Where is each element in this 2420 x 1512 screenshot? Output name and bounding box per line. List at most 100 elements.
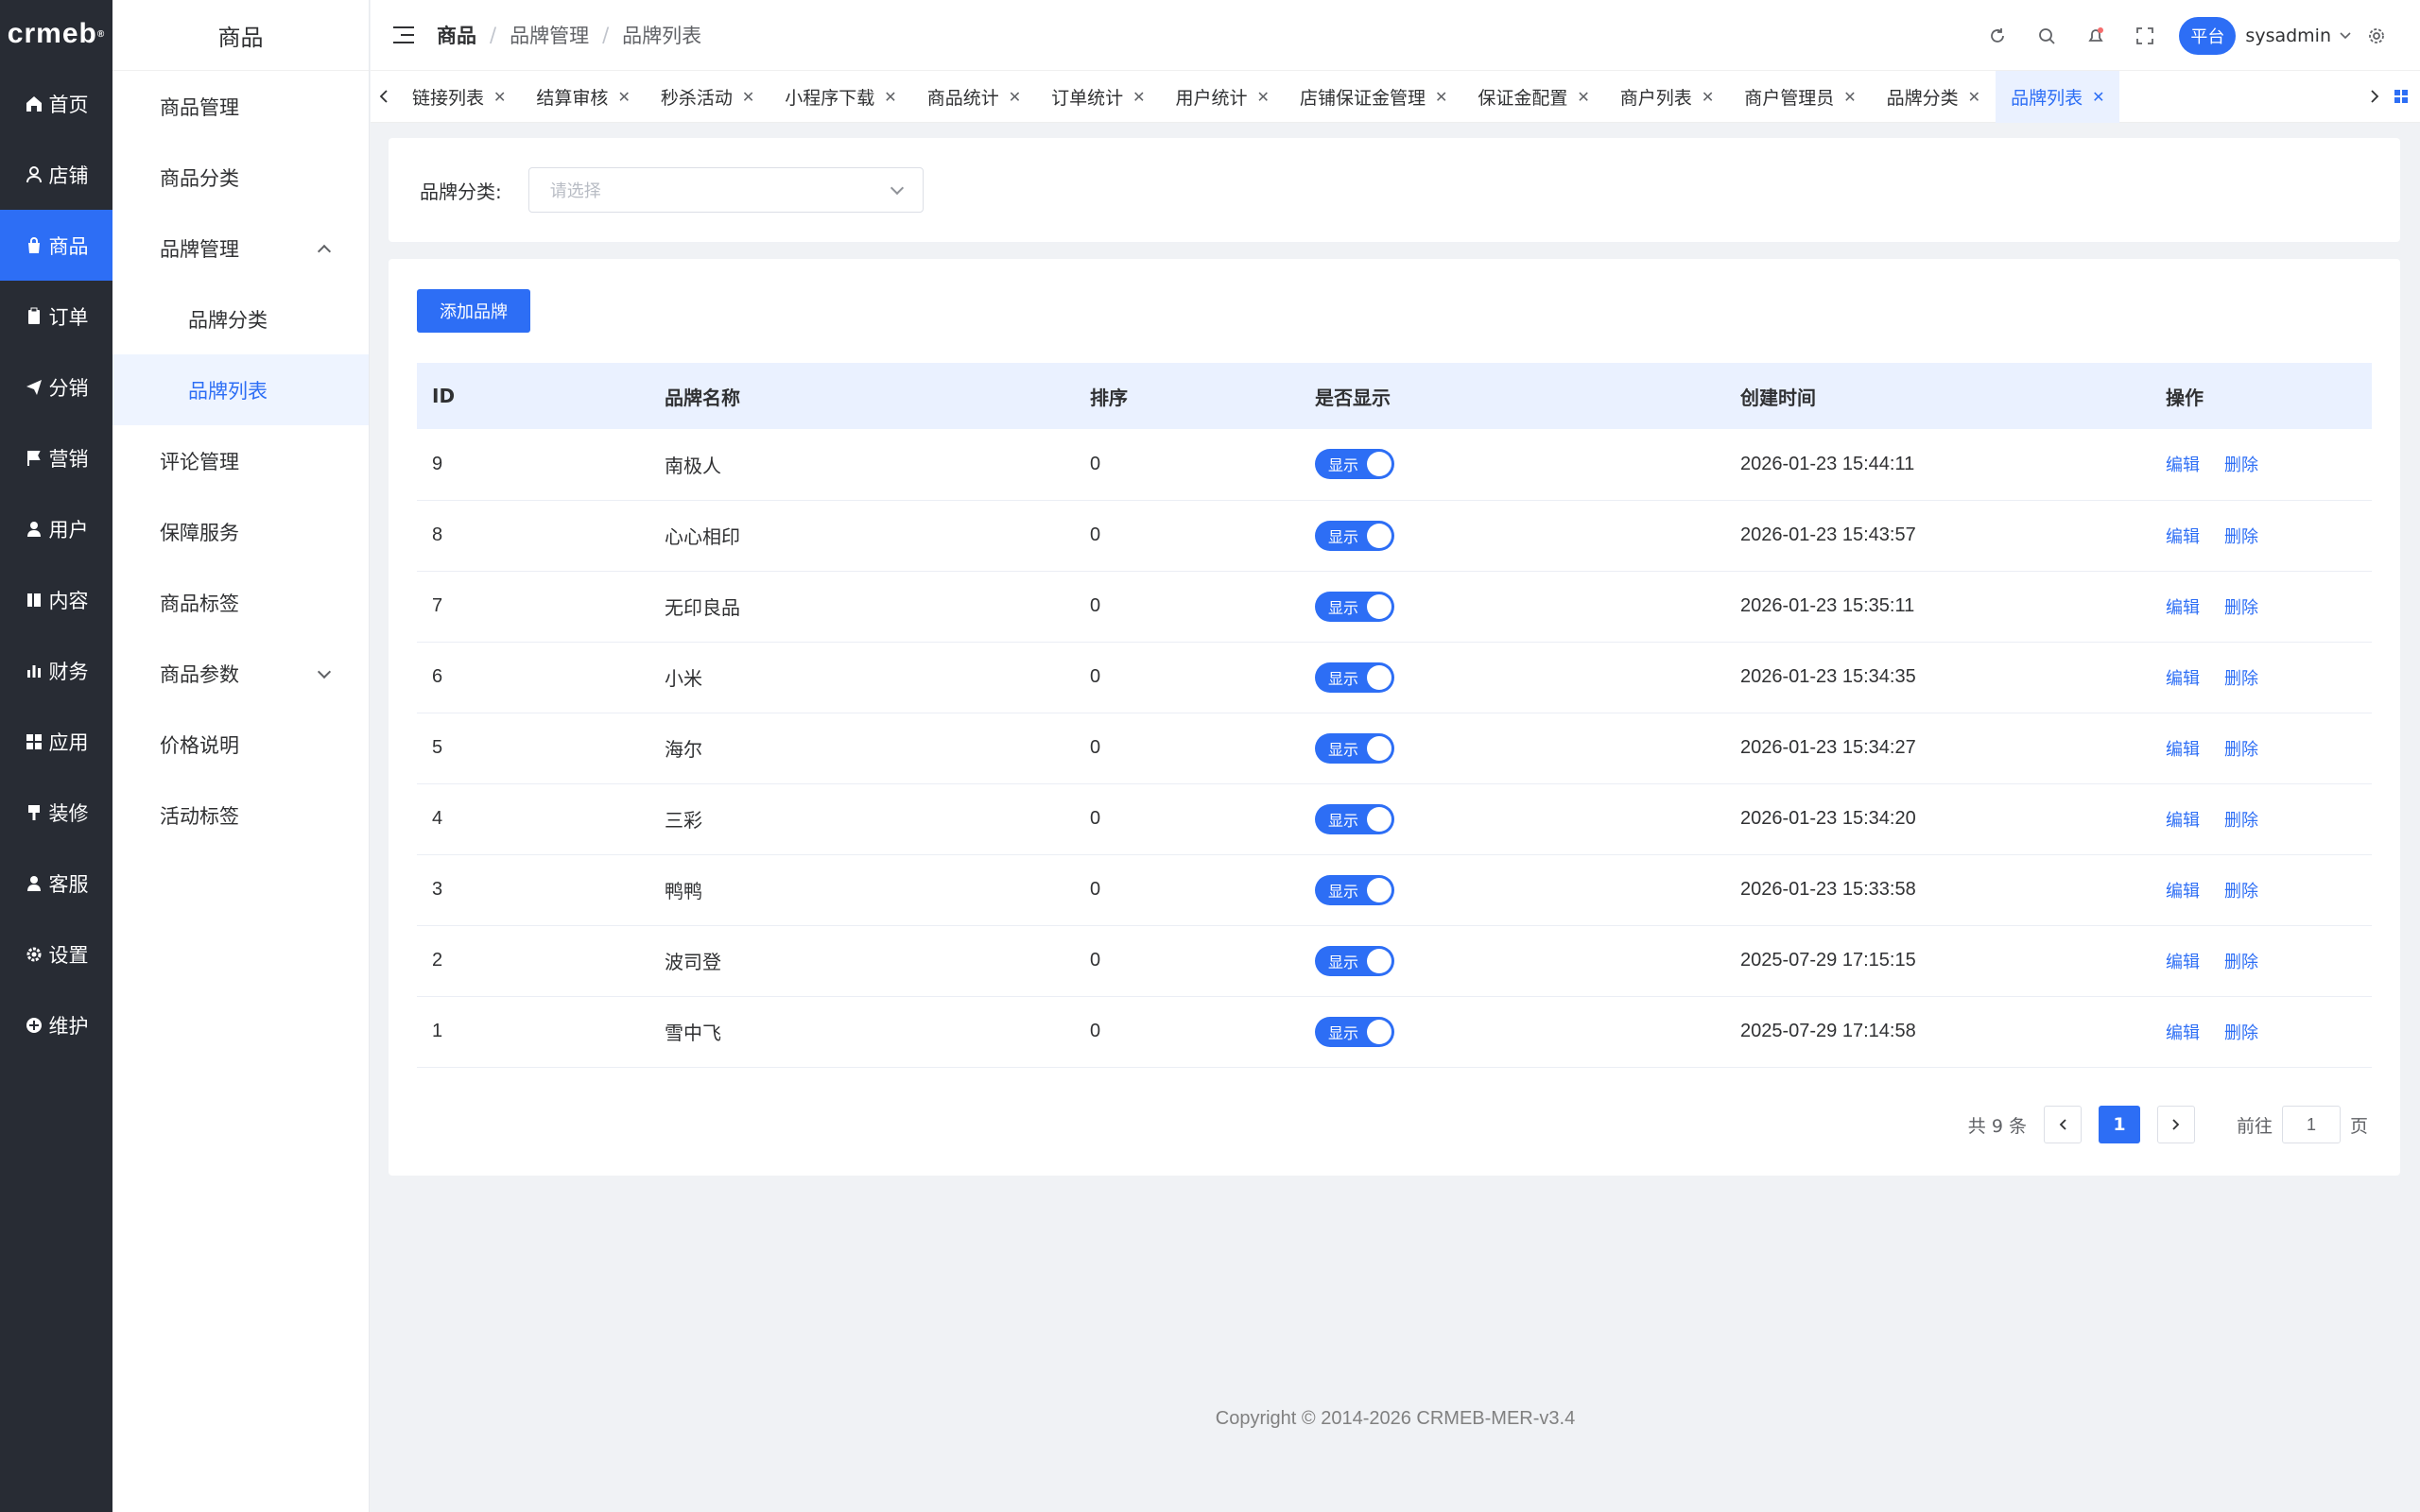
submenu-item-brand-manage[interactable]: 品牌管理 <box>112 213 369 284</box>
close-icon[interactable]: ✕ <box>1577 88 1589 106</box>
fullscreen-icon[interactable] <box>2135 26 2155 46</box>
settings-gear-icon[interactable] <box>2366 26 2387 46</box>
search-icon[interactable] <box>2036 26 2057 46</box>
show-toggle-switch[interactable]: 显示 <box>1315 662 1394 693</box>
tabs-menu-grid-icon[interactable] <box>2388 71 2414 123</box>
submenu-item-product-params[interactable]: 商品参数 <box>112 638 369 709</box>
tabs-scroll-left-icon[interactable] <box>371 71 397 123</box>
close-icon[interactable]: ✕ <box>617 88 630 106</box>
delete-link[interactable]: 删除 <box>2224 455 2258 475</box>
edit-link[interactable]: 编辑 <box>2166 882 2200 902</box>
tab-item[interactable]: 商户管理员 ✕ <box>1729 71 1871 123</box>
tab-item[interactable]: 品牌列表 ✕ <box>1996 70 2120 123</box>
tab-item[interactable]: 店铺保证金管理 ✕ <box>1285 71 1462 123</box>
rail-item-bag[interactable]: 商品 <box>0 210 112 281</box>
submenu-item-brand-category[interactable]: 品牌分类 <box>112 284 369 354</box>
home-icon <box>25 94 43 113</box>
menu-toggle-icon[interactable] <box>393 26 414 43</box>
submenu-item-product-manage[interactable]: 商品管理 <box>112 71 369 142</box>
rail-item-bar-chart[interactable]: 财务 <box>0 635 112 706</box>
delete-link[interactable]: 删除 <box>2224 669 2258 689</box>
show-toggle-switch[interactable]: 显示 <box>1315 591 1394 622</box>
close-icon[interactable]: ✕ <box>1257 88 1270 106</box>
show-toggle-switch[interactable]: 显示 <box>1315 945 1394 976</box>
edit-link[interactable]: 编辑 <box>2166 740 2200 760</box>
show-toggle-switch[interactable]: 显示 <box>1315 449 1394 480</box>
submenu-item-product-category[interactable]: 商品分类 <box>112 142 369 213</box>
rail-item-headset[interactable]: 客服 <box>0 848 112 919</box>
rail-item-user[interactable]: 用户 <box>0 493 112 564</box>
close-icon[interactable]: ✕ <box>493 88 506 106</box>
platform-badge[interactable]: 平台 <box>2179 16 2237 55</box>
delete-link[interactable]: 删除 <box>2224 811 2258 831</box>
delete-link[interactable]: 删除 <box>2224 527 2258 547</box>
rail-item-book[interactable]: 内容 <box>0 564 112 635</box>
rail-item-store[interactable]: 店铺 <box>0 139 112 210</box>
tab-item[interactable]: 保证金配置 ✕ <box>1462 71 1604 123</box>
close-icon[interactable]: ✕ <box>1702 88 1714 106</box>
show-toggle-switch[interactable]: 显示 <box>1315 520 1394 551</box>
rail-item-send[interactable]: 分销 <box>0 352 112 422</box>
tab-item[interactable]: 商品统计 ✕ <box>912 71 1036 123</box>
tab-item[interactable]: 订单统计 ✕ <box>1036 71 1160 123</box>
close-icon[interactable]: ✕ <box>884 88 896 106</box>
edit-link[interactable]: 编辑 <box>2166 669 2200 689</box>
close-icon[interactable]: ✕ <box>1009 88 1021 106</box>
rail-item-gear[interactable]: 设置 <box>0 919 112 989</box>
delete-link[interactable]: 删除 <box>2224 740 2258 760</box>
submenu-item-brand-list[interactable]: 品牌列表 <box>112 354 369 425</box>
breadcrumb-item[interactable]: 品牌管理 <box>510 21 589 49</box>
close-icon[interactable]: ✕ <box>742 88 754 106</box>
rail-item-clipboard[interactable]: 订单 <box>0 281 112 352</box>
show-toggle-switch[interactable]: 显示 <box>1315 1016 1394 1047</box>
edit-link[interactable]: 编辑 <box>2166 455 2200 475</box>
delete-link[interactable]: 删除 <box>2224 598 2258 618</box>
close-icon[interactable]: ✕ <box>2092 88 2104 106</box>
submenu-item-review-manage[interactable]: 评论管理 <box>112 425 369 496</box>
tab-item[interactable]: 小程序下载 ✕ <box>769 71 911 123</box>
submenu-item-price-desc[interactable]: 价格说明 <box>112 709 369 780</box>
rail-item-wrench[interactable]: 维护 <box>0 989 112 1060</box>
refresh-icon[interactable] <box>1987 26 2008 46</box>
rail-item-grid[interactable]: 应用 <box>0 706 112 777</box>
rail-item-brush[interactable]: 装修 <box>0 777 112 848</box>
rail-item-home[interactable]: 首页 <box>0 68 112 139</box>
tab-item[interactable]: 用户统计 ✕ <box>1161 71 1285 123</box>
tab-item[interactable]: 品牌分类 ✕ <box>1872 71 1996 123</box>
breadcrumb-item[interactable]: 商品 <box>437 21 476 49</box>
bell-icon[interactable] <box>2085 26 2106 46</box>
next-page-button[interactable] <box>2156 1106 2195 1143</box>
submenu-item-guarantee-service[interactable]: 保障服务 <box>112 496 369 567</box>
tab-item[interactable]: 秒杀活动 ✕ <box>646 71 769 123</box>
edit-link[interactable]: 编辑 <box>2166 953 2200 972</box>
goto-page-input[interactable] <box>2281 1106 2341 1143</box>
edit-link[interactable]: 编辑 <box>2166 598 2200 618</box>
page-number-current[interactable]: 1 <box>2098 1106 2140 1143</box>
close-icon[interactable]: ✕ <box>1435 88 1447 106</box>
edit-link[interactable]: 编辑 <box>2166 1023 2200 1043</box>
add-brand-button[interactable]: 添加品牌 <box>417 289 530 333</box>
delete-link[interactable]: 删除 <box>2224 1023 2258 1043</box>
brand-category-select[interactable]: 请选择 <box>527 167 924 213</box>
crmeb-logo[interactable]: crmeb ® <box>0 0 112 68</box>
show-toggle-switch[interactable]: 显示 <box>1315 732 1394 764</box>
show-toggle-switch[interactable]: 显示 <box>1315 803 1394 834</box>
prev-page-button[interactable] <box>2043 1106 2082 1143</box>
tab-item[interactable]: 链接列表 ✕ <box>397 71 521 123</box>
tabs-scroll-right-icon[interactable] <box>2361 71 2388 123</box>
show-toggle-switch[interactable]: 显示 <box>1315 874 1394 905</box>
close-icon[interactable]: ✕ <box>1132 88 1145 106</box>
user-menu[interactable]: sysadmin <box>2245 26 2352 46</box>
tab-item[interactable]: 结算审核 ✕ <box>521 71 645 123</box>
delete-link[interactable]: 删除 <box>2224 953 2258 972</box>
close-icon[interactable]: ✕ <box>1843 88 1856 106</box>
tab-label: 品牌列表 <box>2011 87 2083 109</box>
tab-item[interactable]: 商户列表 ✕ <box>1605 71 1729 123</box>
edit-link[interactable]: 编辑 <box>2166 811 2200 831</box>
rail-item-flag[interactable]: 营销 <box>0 422 112 493</box>
close-icon[interactable]: ✕ <box>1968 88 1980 106</box>
delete-link[interactable]: 删除 <box>2224 882 2258 902</box>
submenu-item-activity-tags[interactable]: 活动标签 <box>112 780 369 850</box>
edit-link[interactable]: 编辑 <box>2166 527 2200 547</box>
submenu-item-product-tags[interactable]: 商品标签 <box>112 567 369 638</box>
